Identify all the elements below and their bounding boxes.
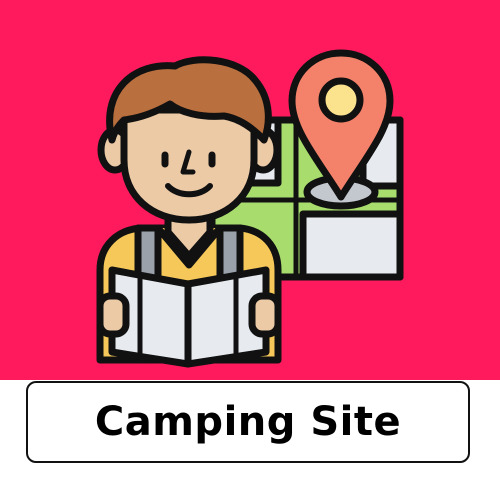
camping-site-card: Camping Site	[0, 0, 500, 500]
card-title: Camping Site	[94, 399, 402, 445]
person-with-map-icon	[0, 0, 500, 380]
title-label-box: Camping Site	[26, 381, 470, 463]
